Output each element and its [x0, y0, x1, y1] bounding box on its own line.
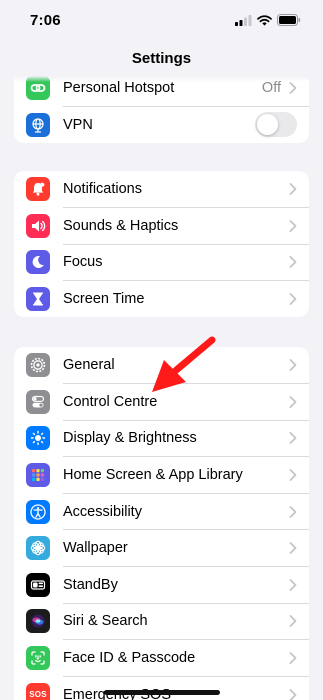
status-icons: [235, 14, 301, 26]
chevron-right-icon: [289, 615, 297, 628]
chevron-right-icon: [289, 652, 297, 664]
chevron-right-icon: [289, 293, 297, 305]
chevron-right-icon: [289, 505, 297, 518]
chevron-right-icon: [289, 578, 297, 591]
chevron-right-icon: [289, 256, 297, 269]
settings-row-label: Sounds & Haptics: [63, 217, 179, 234]
settings-row-emergency-sos[interactable]: SOS Emergency SOS: [14, 676, 309, 700]
status-bar: 7:06: [0, 0, 323, 40]
chevron-right-icon: [289, 395, 297, 408]
chevron-right-icon: [289, 469, 297, 481]
home-indicator[interactable]: [104, 690, 220, 695]
settings-group-connectivity: Personal Hotspot Off VPN: [14, 76, 309, 144]
gear-icon: [26, 353, 50, 378]
status-time: 7:06: [30, 11, 61, 29]
red-arrow-annotation: [152, 336, 216, 392]
settings-row-label: Face ID & Passcode: [63, 650, 196, 667]
flower-icon: [26, 536, 50, 561]
settings-row-home-screen-app-library[interactable]: Home Screen & App Library: [14, 457, 309, 494]
navigation-bar: Settings: [0, 40, 323, 76]
toggle-knob: [257, 114, 278, 136]
settings-row-label: Siri & Search: [63, 613, 148, 630]
settings-row-vpn[interactable]: VPN: [14, 107, 309, 144]
settings-row-label: Home Screen & App Library: [63, 467, 243, 484]
settings-row-standby[interactable]: StandBy: [14, 567, 309, 604]
settings-row-siri-search[interactable]: Siri & Search: [14, 603, 309, 640]
page-title: Settings: [131, 49, 192, 67]
chevron-right-icon: [289, 82, 297, 95]
settings-row-face-id-passcode[interactable]: Face ID & Passcode: [14, 640, 309, 677]
chevron-right-icon: [289, 219, 297, 232]
battery-icon: [277, 14, 301, 26]
settings-row-focus[interactable]: Focus: [14, 244, 309, 281]
scroll-edge-fade: [0, 76, 323, 82]
settings-row-label: Wallpaper: [63, 540, 128, 557]
accessibility-icon: [26, 499, 50, 524]
chevron-right-icon: [289, 183, 297, 196]
sun-icon: [26, 426, 50, 451]
settings-row-label: Personal Hotspot: [63, 80, 175, 97]
siri-icon: [26, 609, 50, 634]
settings-row-notifications[interactable]: Notifications: [14, 171, 309, 208]
settings-row-label: Screen Time: [63, 291, 145, 308]
settings-row-label: StandBy: [63, 576, 118, 593]
settings-row-label: Control Centre: [63, 393, 158, 410]
bell-icon: [26, 177, 50, 202]
settings-row-value: Off: [261, 80, 281, 97]
chevron-right-icon: [289, 542, 297, 555]
wifi-icon: [257, 14, 272, 26]
settings-group-general: General Control Centre Display & Brightn…: [14, 347, 309, 700]
app-grid-icon: [26, 463, 50, 488]
globe-icon: [26, 112, 50, 137]
settings-row-sounds-haptics[interactable]: Sounds & Haptics: [14, 208, 309, 245]
settings-row-label: Focus: [63, 254, 103, 271]
chevron-right-icon: [289, 432, 297, 445]
settings-row-label: General: [63, 357, 115, 374]
standby-icon: [26, 572, 50, 597]
switches-icon: [26, 389, 50, 414]
settings-row-label: VPN: [63, 116, 93, 133]
cellular-signal-icon: [235, 14, 252, 26]
settings-group-notifications: Notifications Sounds & Haptics Focus Scr…: [14, 171, 309, 318]
hourglass-icon: [26, 287, 50, 312]
moon-icon: [26, 250, 50, 275]
settings-row-display-brightness[interactable]: Display & Brightness: [14, 420, 309, 457]
settings-row-screen-time[interactable]: Screen Time: [14, 281, 309, 318]
settings-row-label: Notifications: [63, 181, 142, 198]
vpn-toggle[interactable]: [255, 112, 297, 138]
sos-badge-text: SOS: [29, 690, 47, 700]
chevron-right-icon: [289, 359, 297, 372]
settings-row-label: Display & Brightness: [63, 430, 197, 447]
settings-row-label: Accessibility: [63, 503, 142, 520]
chevron-right-icon: [289, 688, 297, 700]
sos-icon: SOS: [26, 682, 50, 700]
speaker-icon: [26, 213, 50, 238]
face-id-icon: [26, 646, 50, 671]
settings-row-accessibility[interactable]: Accessibility: [14, 493, 309, 530]
settings-row-wallpaper[interactable]: Wallpaper: [14, 530, 309, 567]
